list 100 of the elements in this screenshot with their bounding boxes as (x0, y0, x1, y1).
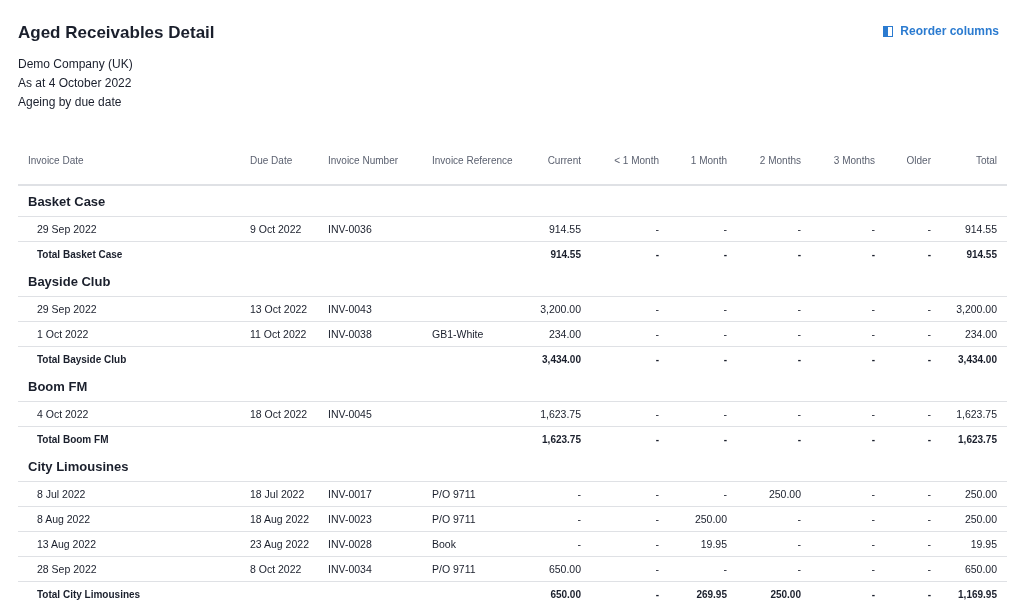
table-cell: - (591, 481, 669, 507)
customer-name: Bayside Club (18, 266, 1007, 297)
table-cell: - (591, 531, 669, 557)
table-cell: 11 Oct 2022 (240, 321, 318, 347)
table-cell: 18 Oct 2022 (240, 401, 318, 427)
column-header: Invoice Reference (422, 136, 527, 185)
column-header: Invoice Number (318, 136, 422, 185)
table-cell: 234.00 (527, 321, 591, 347)
total-label: Total Basket Case (18, 241, 527, 266)
company-name: Demo Company (UK) (18, 56, 134, 73)
table-cell: - (885, 401, 941, 427)
table-cell: GB1-White (432, 328, 484, 340)
report-title: Aged Receivables Detail (18, 23, 215, 43)
table-cell: INV-0034 (318, 556, 422, 582)
ageing-basis: Ageing by due date (18, 94, 123, 111)
table-cell: 234.00 (941, 321, 1007, 347)
table-cell: INV-0043 (318, 296, 422, 322)
table-cell: 250.00 (941, 481, 1007, 507)
table-cell: 250.00 (737, 481, 811, 507)
total-cell: - (737, 346, 811, 371)
table-cell: - (885, 321, 941, 347)
table-cell: - (885, 216, 941, 242)
table-cell: - (811, 296, 885, 322)
total-cell: - (591, 426, 669, 451)
table-cell: INV-0017 (318, 481, 422, 507)
total-label: Total Bayside Club (18, 346, 527, 371)
total-cell: - (669, 241, 737, 266)
table-cell: - (811, 556, 885, 582)
total-cell: 914.55 (941, 241, 1007, 266)
columns-icon (883, 25, 894, 37)
table-cell: 3,200.00 (527, 296, 591, 322)
total-cell: - (591, 241, 669, 266)
table-cell: 23 Aug 2022 (240, 531, 318, 557)
table-cell: - (669, 481, 737, 507)
table-cell: 18 Jul 2022 (240, 481, 318, 507)
total-label: Total Boom FM (18, 426, 527, 451)
total-cell: - (811, 346, 885, 371)
table-cell: - (669, 216, 737, 242)
table-cell: - (811, 321, 885, 347)
table-cell: 1,623.75 (527, 401, 591, 427)
column-header: Current (527, 136, 591, 185)
total-label: Total City Limousines (18, 581, 527, 600)
table-cell: - (737, 556, 811, 582)
table-cell: 8 Jul 2022 (18, 481, 240, 507)
table-cell: 914.55 (941, 216, 1007, 242)
total-cell: - (885, 346, 941, 371)
total-cell: 1,623.75 (941, 426, 1007, 451)
table-cell: Book (432, 538, 456, 550)
column-header: Older (885, 136, 941, 185)
table-cell: 3,200.00 (941, 296, 1007, 322)
table-cell: 250.00 (941, 506, 1007, 532)
table-cell: 8 Aug 2022 (18, 506, 240, 532)
table-cell: P/O 9711 (432, 513, 476, 525)
table-cell: 9 Oct 2022 (240, 216, 318, 242)
total-cell: 650.00 (527, 581, 591, 600)
table-cell: - (811, 531, 885, 557)
table-cell: - (885, 556, 941, 582)
customer-name: Basket Case (18, 185, 1007, 217)
table-cell: 650.00 (527, 556, 591, 582)
column-header: 3 Months (811, 136, 885, 185)
column-header: Due Date (240, 136, 318, 185)
table-cell: - (591, 216, 669, 242)
table-cell: 29 Sep 2022 (18, 296, 240, 322)
table-cell: 8 Oct 2022 (240, 556, 318, 582)
table-cell: - (737, 216, 811, 242)
table-cell: - (527, 531, 591, 557)
table-cell: - (669, 321, 737, 347)
total-cell: 3,434.00 (941, 346, 1007, 371)
table-cell: - (885, 506, 941, 532)
table-cell: - (591, 506, 669, 532)
table-cell: - (669, 556, 737, 582)
table-cell: - (527, 506, 591, 532)
column-header: Total (941, 136, 1007, 185)
table-cell: - (737, 321, 811, 347)
total-cell: 1,623.75 (527, 426, 591, 451)
table-cell: P/O 9711 (432, 488, 476, 500)
reorder-columns-button[interactable]: Reorder columns (879, 20, 1007, 42)
table-cell: 250.00 (669, 506, 737, 532)
table-cell: 650.00 (941, 556, 1007, 582)
table-cell: - (737, 401, 811, 427)
table-cell: 28 Sep 2022 (18, 556, 240, 582)
table-cell: - (885, 296, 941, 322)
column-header: < 1 Month (591, 136, 669, 185)
table-cell: 1 Oct 2022 (18, 321, 240, 347)
total-cell: - (885, 426, 941, 451)
table-cell: - (811, 481, 885, 507)
table-cell: - (737, 296, 811, 322)
column-header: 1 Month (669, 136, 737, 185)
table-cell: - (811, 506, 885, 532)
table-cell: - (591, 321, 669, 347)
table-cell: 29 Sep 2022 (18, 216, 240, 242)
table-cell: 13 Oct 2022 (240, 296, 318, 322)
total-cell: 914.55 (527, 241, 591, 266)
table-cell: - (591, 296, 669, 322)
table-cell: - (591, 401, 669, 427)
table-cell: P/O 9711 (432, 563, 476, 575)
table-cell: - (669, 401, 737, 427)
report-date: As at 4 October 2022 (18, 75, 133, 92)
total-cell: - (669, 346, 737, 371)
column-header: Invoice Date (18, 136, 240, 185)
